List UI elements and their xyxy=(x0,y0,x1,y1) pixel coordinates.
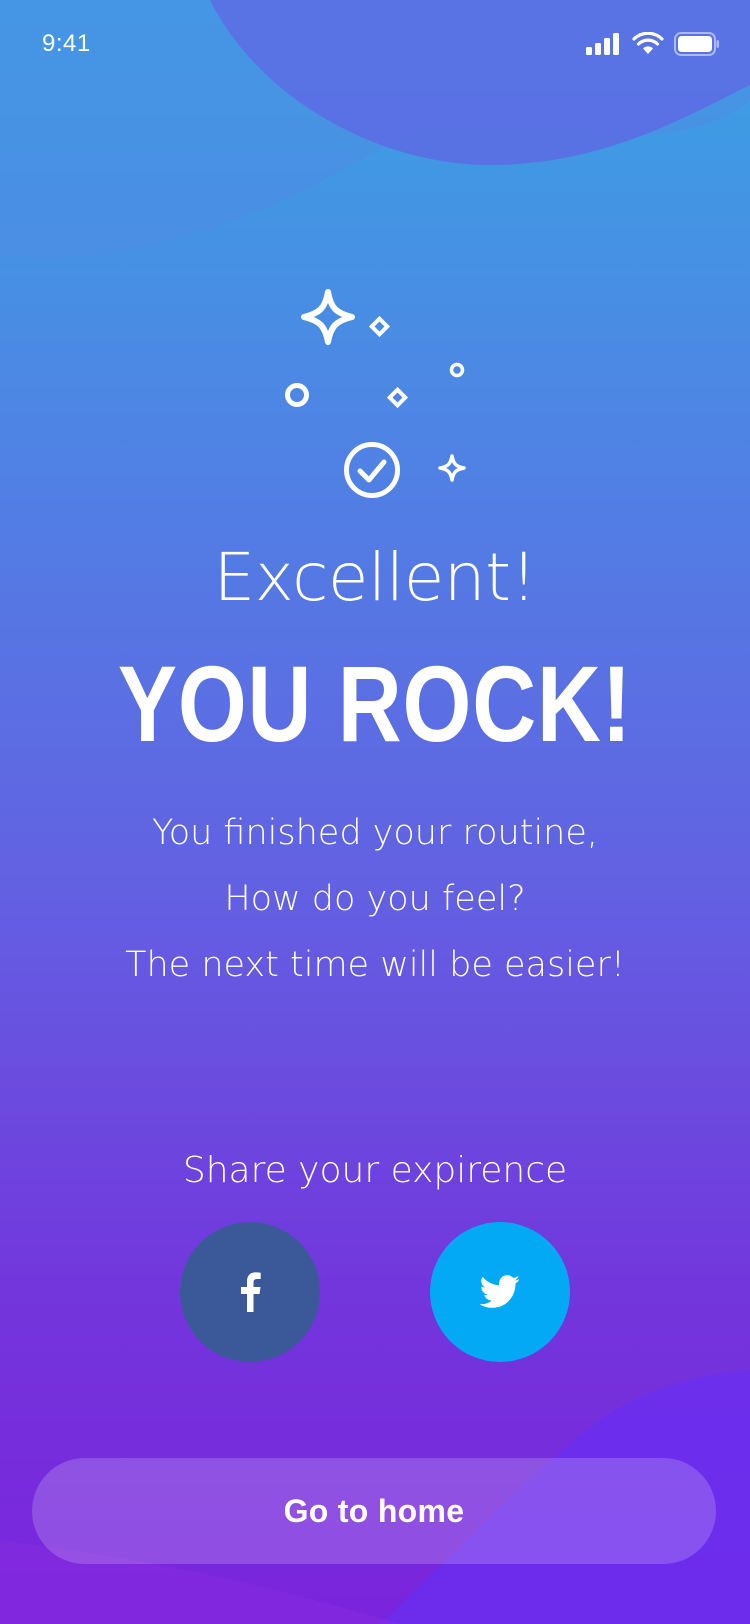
share-twitter-button[interactable] xyxy=(430,1222,570,1362)
battery-icon xyxy=(674,32,719,56)
cellular-signal-icon xyxy=(586,33,619,55)
twitter-icon xyxy=(479,1275,520,1308)
go-to-home-button[interactable]: Go to home xyxy=(32,1458,716,1564)
facebook-icon xyxy=(241,1272,261,1312)
message-line: The next time will be easier! xyxy=(125,945,625,985)
completion-screen: 9:41 Excellent! YOU ROCK! You finished y… xyxy=(0,0,750,1624)
status-time: 9:41 xyxy=(42,30,91,57)
status-bar: 9:41 xyxy=(0,0,750,90)
message-line: You finished your routine, xyxy=(151,813,599,853)
status-icons xyxy=(586,32,720,56)
celebration-illustration xyxy=(285,289,466,498)
hero-title: YOU ROCK! xyxy=(117,643,633,764)
share-label: Share your expirence xyxy=(182,1150,568,1191)
completion-message: You finished your routine, How do you fe… xyxy=(0,800,750,998)
headline: Excellent! xyxy=(213,539,537,616)
sparkle-icon xyxy=(301,289,355,345)
message-line: How do you feel? xyxy=(224,879,526,919)
share-facebook-button[interactable] xyxy=(180,1222,320,1362)
checkmark-circle-icon xyxy=(344,442,400,498)
wifi-icon xyxy=(632,32,664,54)
